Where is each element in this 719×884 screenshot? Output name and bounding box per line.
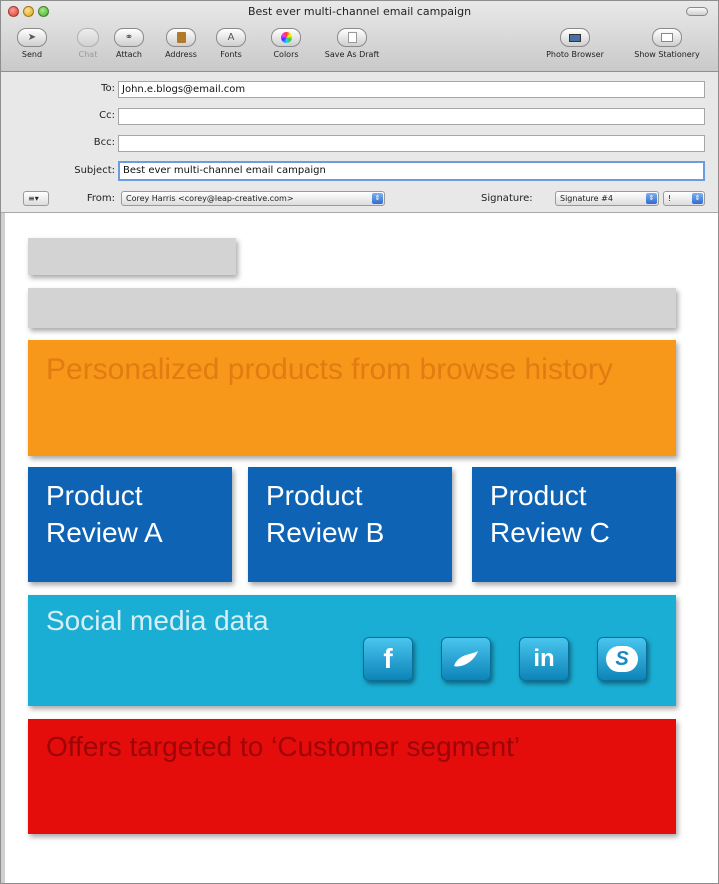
product-review-b-block: Product Review B <box>248 467 452 582</box>
window-toolbar: Best ever multi-channel email campaign ➤… <box>1 1 718 72</box>
personalized-products-block: Personalized products from browse histor… <box>28 340 676 456</box>
priority-select[interactable]: ! ⇕ <box>663 191 705 206</box>
facebook-icon[interactable]: f <box>363 637 413 681</box>
message-header: To: John.e.blogs@email.com Cc: Bcc: Subj… <box>1 72 718 213</box>
cc-label: Cc: <box>99 110 115 121</box>
twitter-icon[interactable] <box>441 637 491 681</box>
colors-button[interactable]: Colors <box>267 28 305 68</box>
placeholder-block-wide <box>28 288 676 328</box>
to-label: To: <box>101 83 115 94</box>
placeholder-block-small <box>28 238 236 275</box>
paperclip-icon: ⚭ <box>114 28 144 47</box>
address-button[interactable]: Address <box>161 28 201 68</box>
attach-button[interactable]: ⚭ Attach <box>112 28 146 68</box>
product-review-c-block: Product Review C <box>472 467 676 582</box>
chevron-updown-icon: ⇕ <box>372 193 383 204</box>
photo-browser-button[interactable]: Photo Browser <box>537 28 613 68</box>
chat-button[interactable]: Chat <box>73 28 103 68</box>
skype-icon[interactable]: S <box>597 637 647 681</box>
signature-label: Signature: <box>481 193 533 204</box>
message-body[interactable]: Personalized products from browse histor… <box>1 213 718 883</box>
subject-field[interactable]: Best ever multi-channel email campaign <box>118 161 705 181</box>
social-media-label: Social media data <box>46 605 269 636</box>
social-media-block: Social media data f in S <box>28 595 676 706</box>
bcc-label: Bcc: <box>93 137 115 148</box>
targeted-offers-block: Offers targeted to ‘Customer segment’ <box>28 719 676 834</box>
photo-browser-icon <box>560 28 590 47</box>
fonts-icon: A <box>216 28 246 47</box>
save-as-draft-button[interactable]: Save As Draft <box>317 28 387 68</box>
stationery-icon <box>652 28 682 47</box>
from-label: From: <box>86 193 115 204</box>
show-stationery-button[interactable]: Show Stationery <box>625 28 709 68</box>
from-select[interactable]: Corey Harris <corey@leap-creative.com> ⇕ <box>121 191 385 206</box>
subject-label: Subject: <box>74 165 115 176</box>
linkedin-icon[interactable]: in <box>519 637 569 681</box>
bcc-field[interactable] <box>118 135 705 152</box>
chat-icon <box>77 28 99 47</box>
chevron-updown-icon: ⇕ <box>692 193 703 204</box>
send-button[interactable]: ➤ Send <box>15 28 49 68</box>
window-title: Best ever multi-channel email campaign <box>247 5 472 18</box>
send-icon: ➤ <box>17 28 47 47</box>
draft-icon <box>337 28 367 47</box>
to-field[interactable]: John.e.blogs@email.com <box>118 81 705 98</box>
color-wheel-icon <box>271 28 301 47</box>
toolbar-toggle-button[interactable] <box>686 7 708 16</box>
product-review-a-block: Product Review A <box>28 467 232 582</box>
signature-select[interactable]: Signature #4 ⇕ <box>555 191 659 206</box>
address-book-icon <box>166 28 196 47</box>
fonts-button[interactable]: A Fonts <box>214 28 248 68</box>
mail-compose-window: Best ever multi-channel email campaign ➤… <box>0 0 719 884</box>
chevron-updown-icon: ⇕ <box>646 193 657 204</box>
cc-field[interactable] <box>118 108 705 125</box>
